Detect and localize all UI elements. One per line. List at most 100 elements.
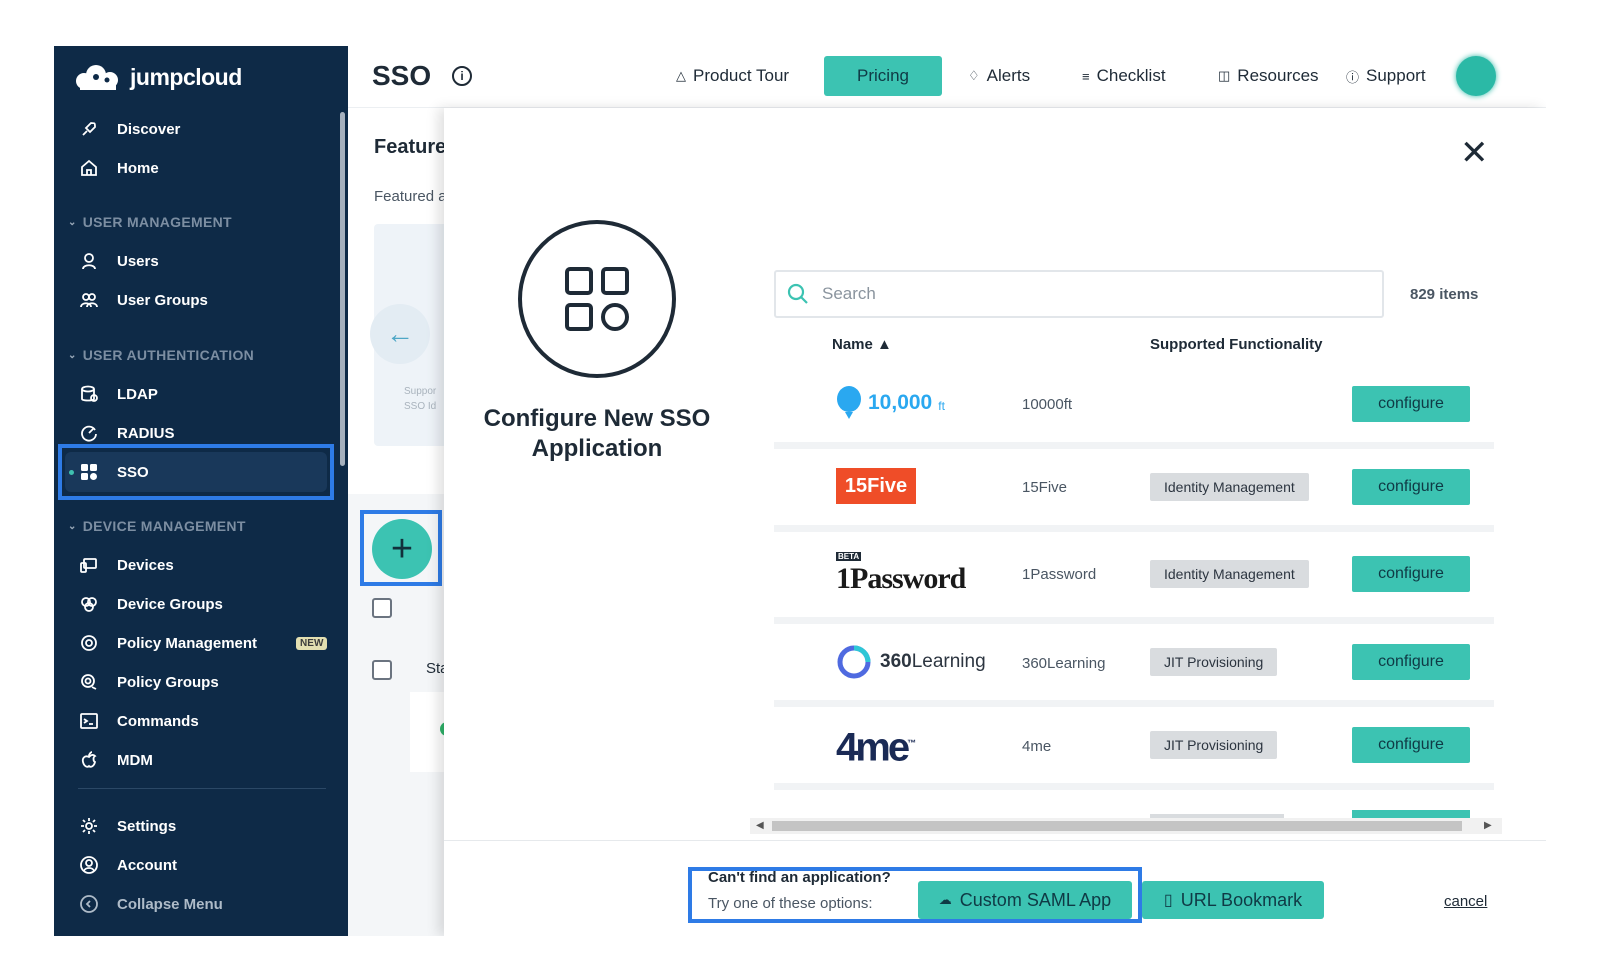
- search-box[interactable]: [774, 270, 1384, 318]
- try-options-text: Try one of these options:: [708, 895, 873, 912]
- scrollbar-thumb[interactable]: [772, 821, 1462, 831]
- radius-icon: [78, 422, 100, 444]
- chevron-down-icon: ⌄: [68, 216, 77, 228]
- scroll-right-arrow-icon[interactable]: ▶: [1484, 818, 1492, 834]
- sidebar-item-mdm[interactable]: MDM: [78, 742, 330, 778]
- configure-button[interactable]: configure: [1352, 556, 1470, 592]
- sidebar-item-label: LDAP: [117, 385, 158, 403]
- modal-footer: Can't find an application? Try one of th…: [444, 840, 1546, 936]
- new-badge: NEW: [296, 636, 328, 650]
- 360learning-logo: 360Learning: [836, 644, 986, 680]
- cloud-upload-icon: ☁: [938, 892, 952, 907]
- search-input[interactable]: [822, 284, 1342, 304]
- configure-button[interactable]: configure: [1352, 469, 1470, 505]
- configure-button-partial[interactable]: [1352, 810, 1470, 818]
- alerts-link[interactable]: ♢ Alerts: [968, 66, 1030, 86]
- select-all-checkbox[interactable]: [372, 598, 392, 618]
- sidebar-item-device-groups[interactable]: Device Groups: [78, 586, 330, 622]
- configure-button[interactable]: configure: [1352, 727, 1470, 763]
- user-groups-icon: [78, 289, 100, 311]
- section-user-authentication[interactable]: ⌄ USER AUTHENTICATION: [68, 347, 254, 363]
- sidebar-item-label: Account: [117, 856, 177, 874]
- sidebar-item-label: Home: [117, 159, 159, 177]
- sidebar-divider: [78, 788, 326, 789]
- section-device-management[interactable]: ⌄ DEVICE MANAGEMENT: [68, 518, 246, 534]
- sidebar-scrollbar[interactable]: [340, 112, 345, 466]
- chevron-down-icon: ⌄: [68, 520, 77, 532]
- sidebar-item-devices[interactable]: Devices: [78, 547, 330, 583]
- functionality-column-header: Supported Functionality: [1150, 336, 1323, 353]
- sidebar-item-label: Collapse Menu: [117, 895, 223, 913]
- sidebar: jumpcloud Discover Home ⌄ USER MANAGEMENT…: [54, 46, 348, 936]
- product-tour-link[interactable]: △ Product Tour: [676, 66, 789, 86]
- close-icon[interactable]: ✕: [1460, 136, 1489, 170]
- sidebar-item-home[interactable]: Home: [78, 150, 330, 186]
- sidebar-item-settings[interactable]: Settings: [78, 808, 330, 844]
- info-icon[interactable]: i: [452, 66, 472, 86]
- ring-logo-icon: [837, 645, 871, 679]
- checklist-link[interactable]: ≡ Checklist: [1082, 66, 1166, 86]
- app-row-partial: [774, 790, 1494, 818]
- sidebar-item-ldap[interactable]: LDAP: [78, 376, 330, 412]
- configure-button[interactable]: configure: [1352, 644, 1470, 680]
- help-icon: ⓘ: [1346, 69, 1360, 85]
- scroll-left-arrow-icon[interactable]: ◀: [756, 818, 764, 834]
- account-icon: [78, 854, 100, 876]
- sso-highlight-box: [58, 444, 334, 500]
- configure-button[interactable]: configure: [1352, 386, 1470, 422]
- custom-saml-app-button[interactable]: ☁ Custom SAML App: [918, 881, 1132, 919]
- devices-icon: [78, 554, 100, 576]
- sidebar-item-label: MDM: [117, 751, 153, 769]
- row-checkbox[interactable]: [372, 660, 392, 680]
- sidebar-item-discover[interactable]: Discover: [78, 111, 330, 147]
- items-count: 829 items: [1410, 286, 1479, 303]
- functionality-badge: Identity Management: [1150, 473, 1309, 501]
- url-bookmark-button[interactable]: ▯ URL Bookmark: [1142, 881, 1324, 919]
- cant-find-text: Can't find an application?: [708, 869, 891, 886]
- page-title: SSO: [372, 60, 432, 91]
- collapse-icon: [78, 893, 100, 915]
- horizontal-scrollbar[interactable]: ◀ ▶: [750, 818, 1502, 834]
- functionality-badge: Identity Management: [1150, 560, 1309, 588]
- resources-link[interactable]: ◫ Resources: [1218, 66, 1319, 86]
- sidebar-item-user-groups[interactable]: User Groups: [78, 282, 330, 318]
- sidebar-item-account[interactable]: Account: [78, 847, 330, 883]
- functionality-badge: JIT Provisioning: [1150, 731, 1278, 759]
- app-name: 4me: [1022, 738, 1052, 755]
- modal-title: Configure New SSO Application: [483, 405, 711, 462]
- user-icon: [78, 250, 100, 272]
- sidebar-item-label: Discover: [117, 120, 181, 138]
- sidebar-item-label: RADIUS: [117, 424, 175, 442]
- jumpcloud-logo[interactable]: jumpcloud: [72, 64, 242, 91]
- 4me-logo: 4me™: [836, 725, 917, 770]
- arrow-left-icon[interactable]: ←: [370, 304, 430, 364]
- sidebar-item-commands[interactable]: Commands: [78, 703, 330, 739]
- sidebar-item-label: Policy Groups: [117, 673, 219, 691]
- sidebar-item-users[interactable]: Users: [78, 243, 330, 279]
- sidebar-item-label: User Groups: [117, 291, 208, 309]
- sidebar-item-collapse-menu[interactable]: Collapse Menu: [78, 886, 330, 922]
- app-name: 360Learning: [1022, 655, 1106, 672]
- top-header: SSO i △ Product Tour Pricing ♢ Alerts ≡ …: [348, 46, 1546, 108]
- chevron-down-icon: ⌄: [68, 349, 77, 361]
- support-link[interactable]: ⓘ Support: [1346, 66, 1426, 86]
- search-icon: [787, 283, 808, 304]
- sidebar-item-policy-management[interactable]: Policy Management NEW: [78, 625, 330, 661]
- name-column-header[interactable]: Name ▲: [832, 336, 892, 353]
- cancel-link[interactable]: cancel: [1444, 893, 1487, 910]
- sidebar-item-label: Policy Management: [117, 634, 258, 652]
- gear-icon: [78, 815, 100, 837]
- app-row-4me: 4me™ 4me JIT Provisioning configure: [774, 707, 1494, 783]
- home-icon: [78, 157, 100, 179]
- pricing-button[interactable]: Pricing: [824, 56, 942, 96]
- 10000ft-logo: 10,000 ft: [836, 386, 945, 420]
- featured-title: Feature: [374, 136, 447, 158]
- rocket-icon: △: [676, 68, 686, 83]
- policy-groups-icon: [78, 671, 100, 693]
- add-app-button[interactable]: +: [372, 519, 432, 579]
- section-user-management[interactable]: ⌄ USER MANAGEMENT: [68, 214, 232, 230]
- app-name: 10000ft: [1022, 396, 1073, 413]
- sidebar-item-policy-groups[interactable]: Policy Groups: [78, 664, 330, 700]
- apple-icon: [78, 749, 100, 771]
- avatar[interactable]: [1456, 56, 1496, 96]
